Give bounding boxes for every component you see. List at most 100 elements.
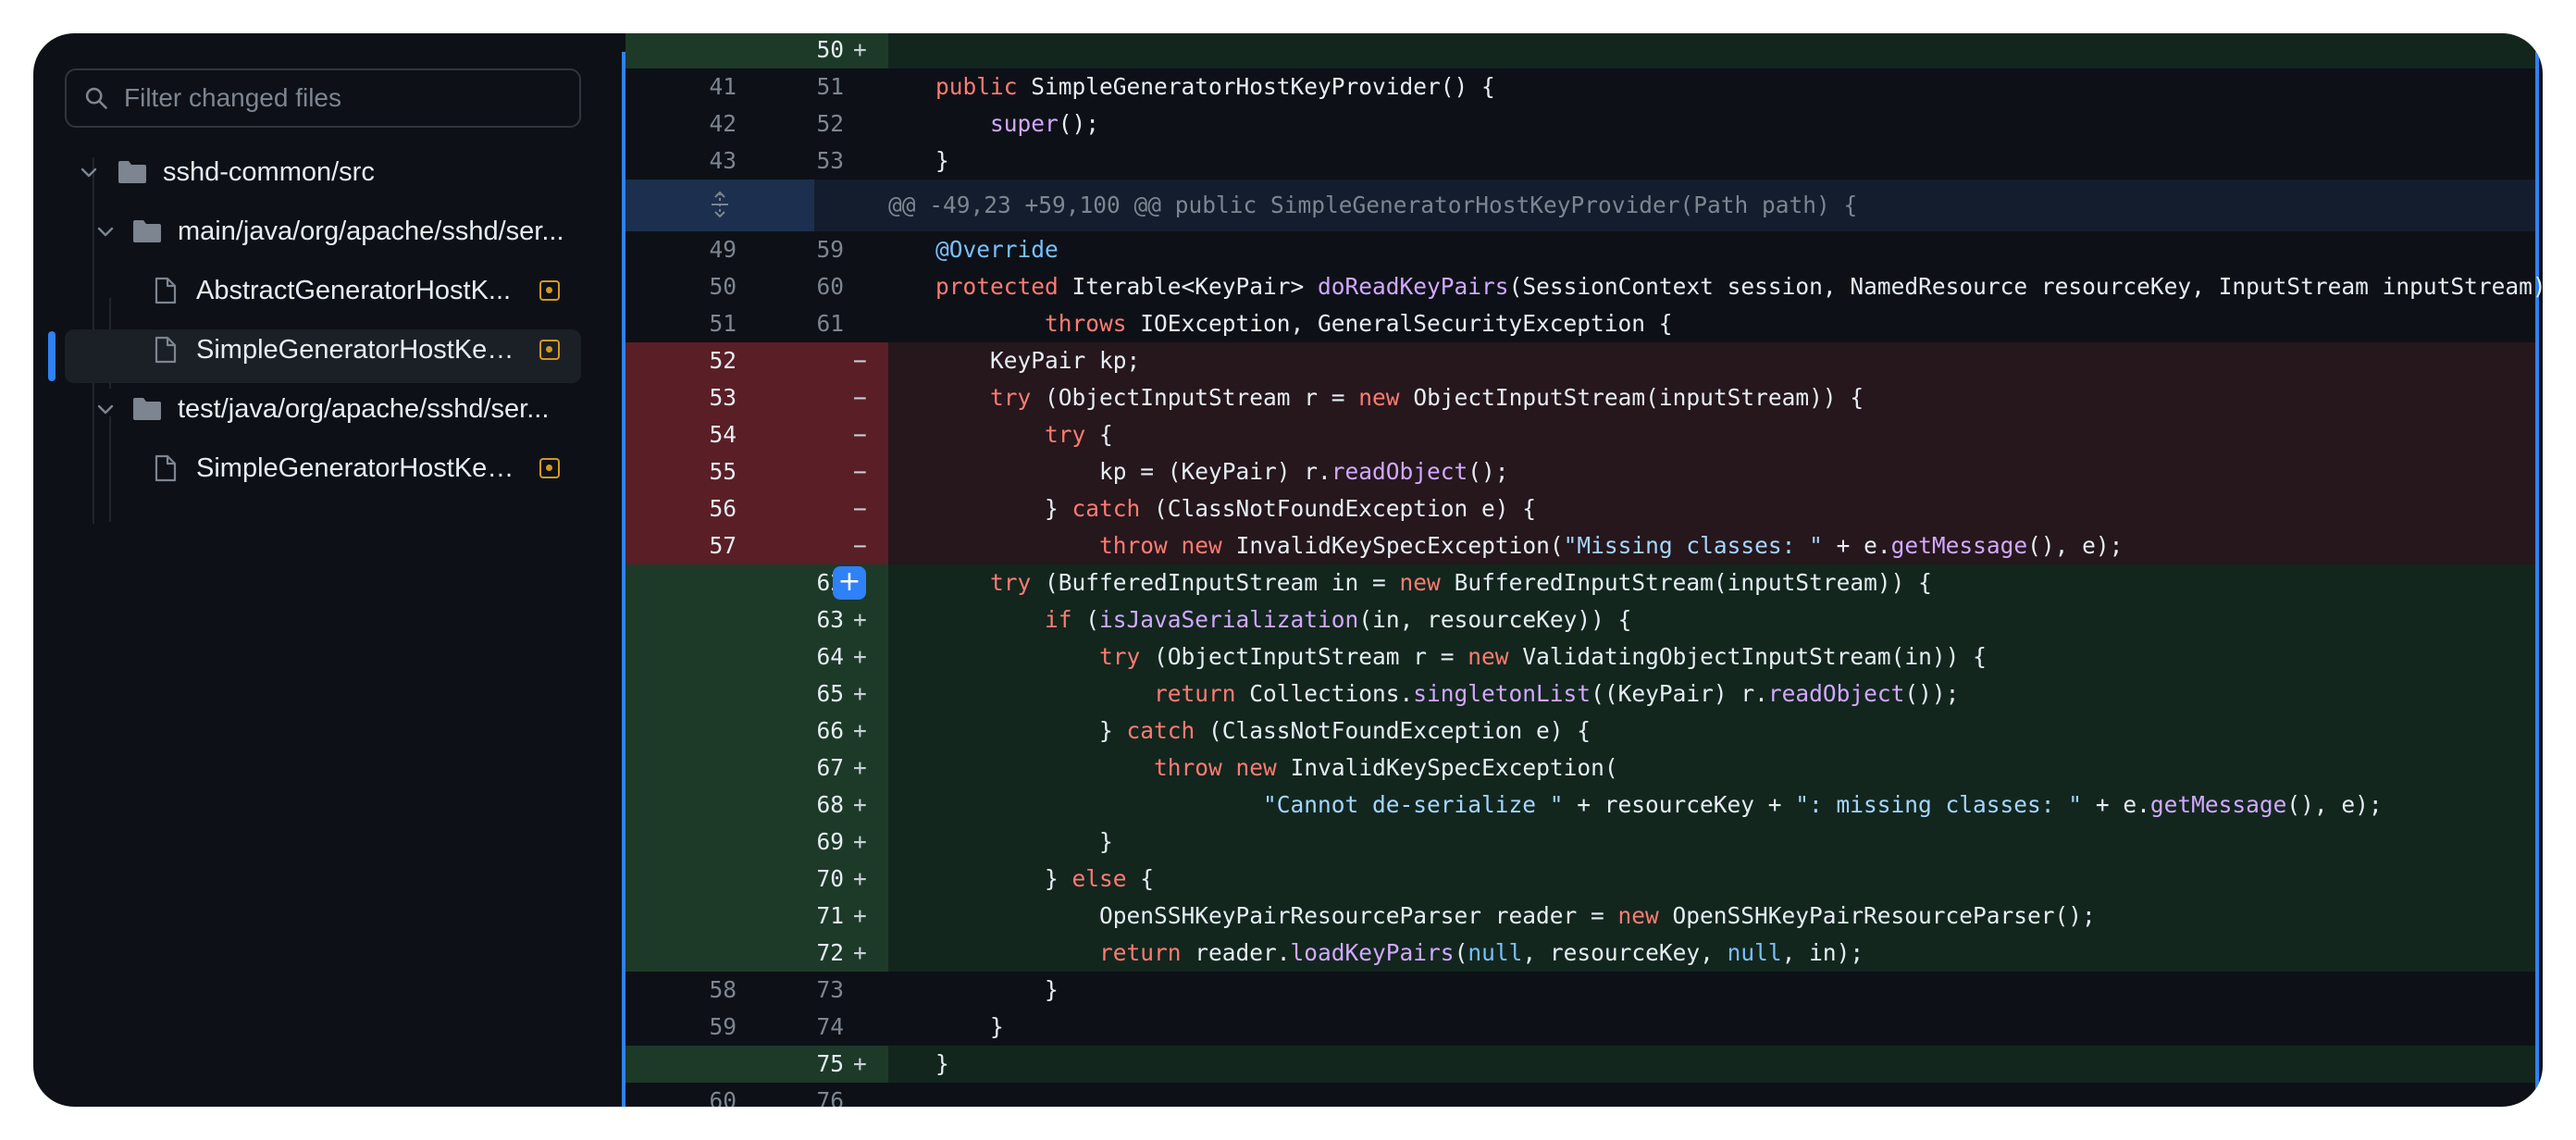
code-token: new: [1617, 902, 1659, 929]
new-line-number[interactable]: 53: [625, 142, 844, 180]
context-line: 58 73 }: [625, 972, 2535, 1009]
expand-hunk-button[interactable]: [625, 180, 814, 231]
code-token: ValidatingObjectInputStream(in)) {: [1508, 643, 1987, 670]
chevron-down-icon: [97, 404, 114, 415]
tree-folder-test-java[interactable]: test/java/org/apache/sshd/ser...: [94, 382, 585, 436]
code-token: readObject: [1331, 458, 1468, 485]
deleted-line: 54− try {: [625, 416, 2535, 453]
code-line: }: [881, 972, 1059, 1009]
code-token: super: [990, 110, 1059, 137]
new-line-number[interactable]: 51: [625, 68, 844, 105]
code-token: OpenSSHKeyPairResourceParser reader =: [881, 902, 1618, 929]
new-line-number[interactable]: 69: [625, 824, 844, 861]
filter-files-box[interactable]: [65, 68, 581, 128]
tree-file-simple-generator-test[interactable]: SimpleGeneratorHostKey...: [154, 441, 520, 495]
code-token: + resourceKey +: [1563, 791, 1796, 818]
tree-item-label: test/java/org/apache/sshd/ser...: [178, 393, 550, 424]
deleted-line: 56− } catch (ClassNotFoundException e) {: [625, 490, 2535, 527]
new-line-number[interactable]: 66: [625, 712, 844, 750]
diff-window: sshd-common/src main/java/org/apache/ssh…: [33, 33, 2543, 1107]
code-line: } catch (ClassNotFoundException e) {: [881, 490, 1536, 527]
new-line-number[interactable]: 74: [625, 1009, 844, 1046]
file-icon: [155, 336, 177, 364]
new-line-number[interactable]: 70: [625, 861, 844, 898]
new-line-number[interactable]: [625, 416, 844, 453]
new-line-number[interactable]: 73: [625, 972, 844, 1009]
tree-folder-sshd-common-src[interactable]: sshd-common/src: [78, 145, 403, 199]
add-comment-button[interactable]: +: [833, 566, 866, 600]
new-line-number[interactable]: [625, 453, 844, 490]
code-line: throw new InvalidKeySpecException("Missi…: [881, 527, 2123, 564]
code-token: + e.: [2082, 791, 2150, 818]
chevron-down-icon: [97, 227, 114, 237]
added-line: 75 + }: [625, 1046, 2535, 1083]
diff-sign: +: [853, 643, 867, 670]
code-token: if: [1045, 606, 1072, 633]
new-line-number[interactable]: 61: [625, 305, 844, 342]
code-token: catch: [1071, 495, 1141, 522]
new-line-number[interactable]: 68: [625, 787, 844, 824]
new-line-number[interactable]: 60: [625, 268, 844, 305]
tree-folder-main-java[interactable]: main/java/org/apache/sshd/ser...: [94, 204, 585, 258]
diff-sign: +: [853, 1050, 867, 1077]
context-line: 41 51 public SimpleGeneratorHostKeyProvid…: [625, 68, 2535, 105]
new-line-number[interactable]: 71: [625, 898, 844, 935]
new-line-number[interactable]: [625, 379, 844, 416]
diff-sign: −: [853, 421, 867, 448]
tree-file-abstract-generator[interactable]: AbstractGeneratorHostK...: [154, 264, 520, 317]
code-token: try: [1045, 421, 1086, 448]
filter-files-input[interactable]: [122, 82, 551, 114]
code-token: (in, resourceKey)) {: [1358, 606, 1632, 633]
code-token: try: [990, 384, 1032, 411]
diff-sign: +: [853, 606, 867, 633]
code-line: "Cannot de-serialize " + resourceKey + "…: [881, 787, 2383, 824]
added-line: 50 +: [625, 33, 2535, 68]
new-line-number[interactable]: [625, 527, 844, 564]
tree-file-simple-generator-main[interactable]: SimpleGeneratorHostKey...: [154, 323, 520, 377]
new-line-number[interactable]: [625, 342, 844, 379]
code-line: } catch (ClassNotFoundException e) {: [881, 712, 1591, 750]
context-line: 60 76: [625, 1083, 2535, 1107]
diff-sign: +: [853, 828, 867, 855]
new-line-number[interactable]: 50: [625, 33, 844, 68]
code-line: }: [881, 142, 949, 180]
code-line: OpenSSHKeyPairResourceParser reader = ne…: [881, 898, 2096, 935]
new-line-number[interactable]: 63: [625, 601, 844, 638]
new-line-number[interactable]: 59: [625, 231, 844, 268]
code-token: (ObjectInputStream r =: [1140, 643, 1468, 670]
code-token: return: [1154, 680, 1236, 707]
new-line-number[interactable]: 64: [625, 638, 844, 675]
new-line-number[interactable]: 72: [625, 935, 844, 972]
new-line-number[interactable]: 62: [625, 564, 844, 601]
code-token: OpenSSHKeyPairResourceParser();: [1658, 902, 2096, 929]
code-token: }: [881, 717, 1127, 744]
diff-sign: +: [853, 902, 867, 929]
context-line: 51 61 throws IOException, GeneralSecurity…: [625, 305, 2535, 342]
diff-focus-border-right: [2535, 52, 2539, 1107]
code-token: null: [1727, 939, 1782, 966]
diff-sign: −: [853, 495, 867, 522]
new-line-number[interactable]: 76: [625, 1083, 844, 1107]
diff-sign: −: [853, 458, 867, 485]
new-line-number[interactable]: 52: [625, 105, 844, 142]
added-line: 66 + } catch (ClassNotFoundException e) {: [625, 712, 2535, 750]
new-line-number[interactable]: 65: [625, 675, 844, 712]
code-line: kp = (KeyPair) r.readObject();: [881, 453, 1509, 490]
new-line-number[interactable]: 75: [625, 1046, 844, 1083]
code-token: try: [990, 569, 1032, 596]
new-line-number[interactable]: 67: [625, 750, 844, 787]
new-line-number[interactable]: [625, 490, 844, 527]
added-line: 64 + try (ObjectInputStream r = new Valid…: [625, 638, 2535, 675]
code-line: throw new InvalidKeySpecException(: [881, 750, 1618, 787]
code-line: throws IOException, GeneralSecurityExcep…: [881, 305, 1673, 342]
code-token: }: [881, 1013, 1004, 1040]
